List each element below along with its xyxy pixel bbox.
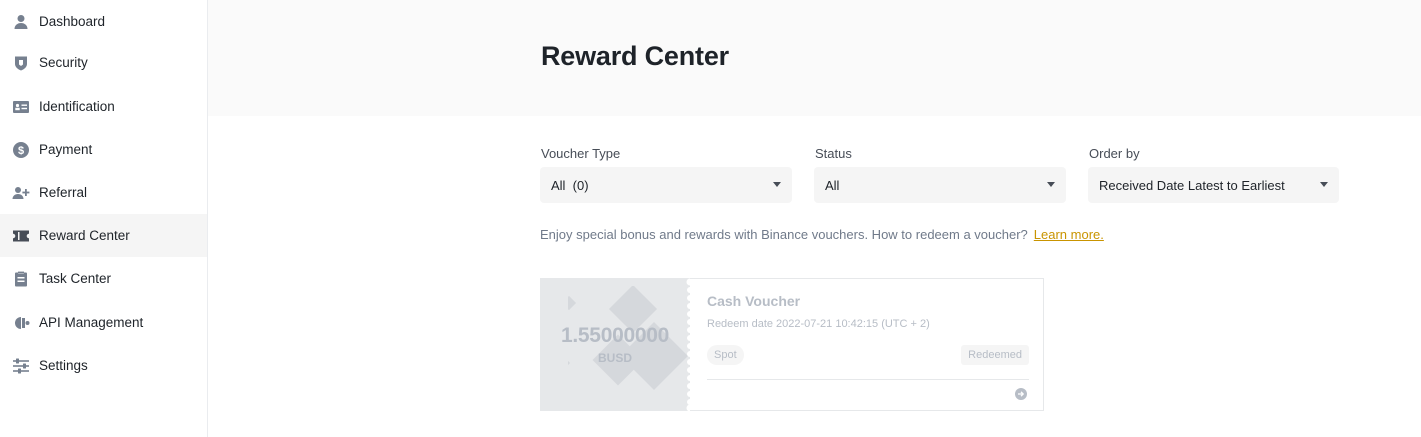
ticket-icon: [12, 227, 30, 245]
sidebar-item-api-management[interactable]: API Management: [0, 301, 207, 344]
sidebar-item-label: Security: [39, 55, 88, 70]
page-header: [208, 0, 1421, 116]
arrow-right-circle-icon[interactable]: [1015, 388, 1027, 400]
user-plus-icon: [12, 184, 30, 202]
sidebar-item-payment[interactable]: $ Payment: [0, 128, 207, 171]
caret-down-icon: [773, 182, 781, 187]
voucher-unit: BUSD: [597, 351, 632, 365]
voucher-title: Cash Voucher: [707, 293, 801, 309]
voucher-details: Cash Voucher Redeem date 2022-07-21 10:4…: [690, 278, 1044, 411]
voucher-type-value: All (0): [551, 177, 589, 193]
order-by-value: Received Date Latest to Earliest: [1099, 177, 1285, 193]
caret-down-icon: [1047, 182, 1055, 187]
sidebar-item-label: Identification: [39, 99, 115, 114]
voucher-info-text: Enjoy special bonus and rewards with Bin…: [540, 227, 1104, 242]
voucher-card[interactable]: 1.55000000 BUSD Cash Voucher Redeem date…: [540, 278, 1044, 411]
divider: [707, 379, 1029, 380]
sidebar-item-label: Payment: [39, 142, 93, 157]
sidebar-item-label: API Management: [39, 315, 144, 330]
sidebar-item-dashboard[interactable]: Dashboard: [0, 0, 207, 43]
sidebar-item-identification[interactable]: Identification: [0, 85, 207, 128]
voucher-type-label: Voucher Type: [541, 146, 621, 161]
status-value: All: [825, 177, 840, 193]
sliders-icon: [12, 357, 30, 375]
voucher-type-select[interactable]: All (0): [540, 167, 792, 203]
user-icon: [12, 13, 30, 31]
status-select[interactable]: All: [814, 167, 1066, 203]
caret-down-icon: [1320, 182, 1328, 187]
sidebar: Dashboard Security Identification $ Paym…: [0, 0, 208, 437]
sidebar-item-task-center[interactable]: Task Center: [0, 257, 207, 300]
redeem-date-label: Redeem date: [707, 318, 774, 330]
sidebar-item-reward-center[interactable]: Reward Center: [0, 214, 207, 257]
sidebar-item-label: Referral: [39, 185, 88, 200]
voucher-amount-panel: 1.55000000 BUSD: [540, 278, 690, 411]
status-badge: Redeemed: [961, 345, 1029, 365]
svg-text:$: $: [18, 145, 24, 157]
learn-more-link[interactable]: Learn more.: [1034, 227, 1104, 242]
sidebar-item-label: Dashboard: [39, 14, 106, 29]
id-card-icon: [12, 98, 30, 116]
status-label: Status: [815, 146, 852, 161]
dollar-icon: $: [12, 141, 30, 159]
sidebar-item-referral[interactable]: Referral: [0, 171, 207, 214]
info-text: Enjoy special bonus and rewards with Bin…: [540, 227, 1028, 242]
page-title: Reward Center: [541, 41, 729, 71]
shield-icon: [12, 54, 30, 72]
clipboard-icon: [12, 270, 30, 288]
redeem-date-value: 2022-07-21 10:42:15 (UTC + 2): [776, 318, 930, 330]
voucher-amount: 1.55000000: [561, 324, 669, 347]
sidebar-item-settings[interactable]: Settings: [0, 344, 207, 387]
sidebar-item-security[interactable]: Security: [0, 41, 207, 84]
order-by-label: Order by: [1089, 146, 1140, 161]
sidebar-item-label: Reward Center: [39, 228, 130, 243]
wallet-tag: Spot: [707, 345, 744, 365]
sidebar-item-label: Settings: [39, 358, 88, 373]
sidebar-item-label: Task Center: [39, 271, 112, 286]
order-by-select[interactable]: Received Date Latest to Earliest: [1088, 167, 1339, 203]
api-icon: [12, 314, 30, 332]
